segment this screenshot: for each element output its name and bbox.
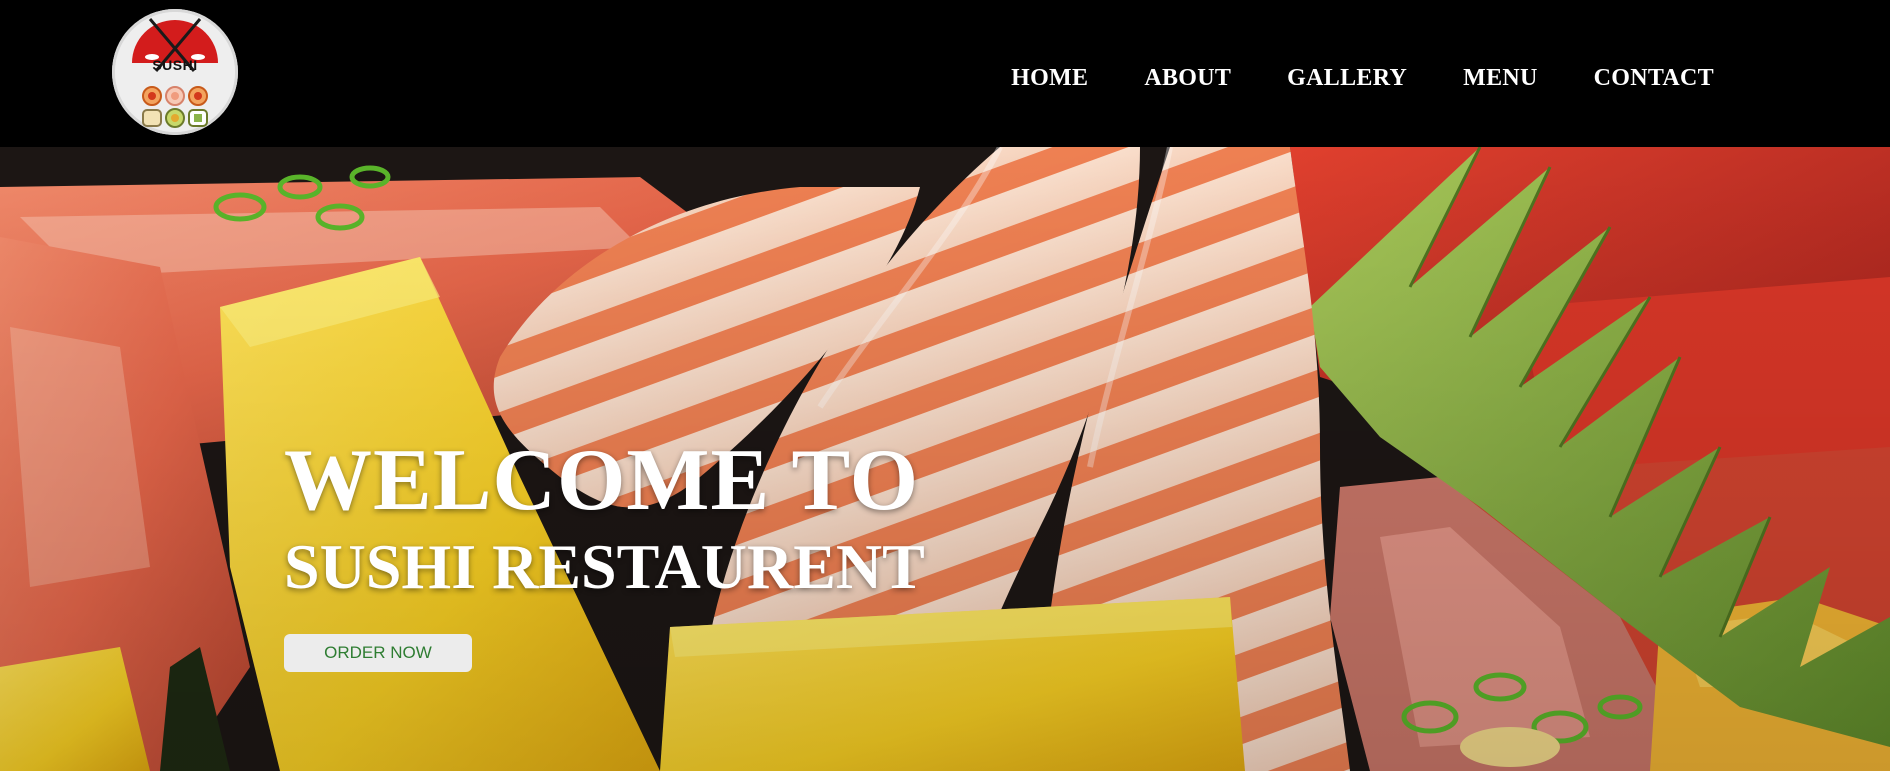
nav-gallery[interactable]: GALLERY — [1287, 66, 1407, 90]
hero-title-line-1: WELCOME TO — [284, 432, 920, 529]
order-now-button[interactable]: ORDER NOW — [284, 634, 472, 672]
navbar: SUSHI HOME ABOUT GALLERY MENU CONTACT — [0, 0, 1890, 147]
hero-title-line-2: SUSHI RESTAURENT — [284, 531, 925, 602]
logo-text: SUSHI — [152, 57, 198, 73]
hero-section: WELCOME TO SUSHI RESTAURENT ORDER NOW — [0, 147, 1890, 771]
main-nav: HOME ABOUT GALLERY MENU CONTACT — [1011, 66, 1714, 90]
nav-contact[interactable]: CONTACT — [1594, 66, 1714, 90]
nav-menu[interactable]: MENU — [1463, 66, 1538, 90]
nav-about[interactable]: ABOUT — [1144, 66, 1231, 90]
nav-home[interactable]: HOME — [1011, 66, 1088, 90]
sushi-logo[interactable]: SUSHI — [112, 9, 238, 135]
hero-heading: WELCOME TO SUSHI RESTAURENT — [284, 437, 925, 599]
